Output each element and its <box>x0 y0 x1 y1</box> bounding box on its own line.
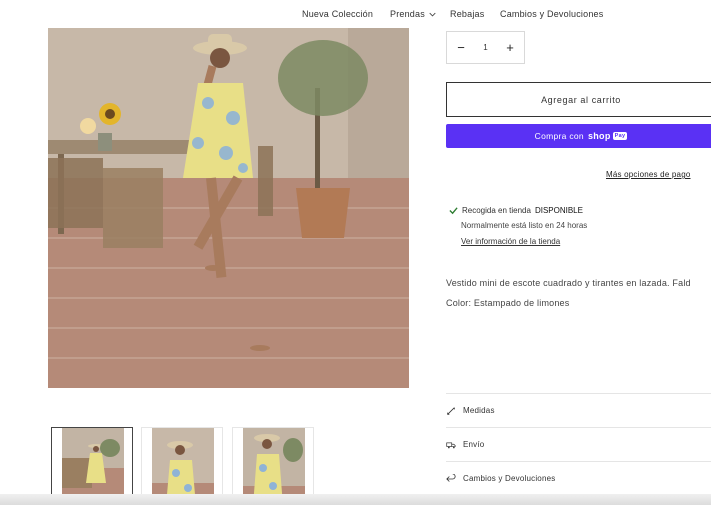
checkmark-icon <box>449 207 458 215</box>
nav-item-cambios-devoluciones[interactable]: Cambios y Devoluciones <box>500 9 603 19</box>
return-icon <box>446 473 456 482</box>
accordion-medidas[interactable]: Medidas <box>446 393 711 427</box>
nav-item-rebajas[interactable]: Rebajas <box>450 9 484 19</box>
nav-item-prendas[interactable]: Prendas <box>390 9 436 19</box>
accordion-cambios-devoluciones[interactable]: Cambios y Devoluciones <box>446 461 711 495</box>
pickup-ready-text: Normalmente está listo en 24 horas <box>461 221 588 230</box>
product-main-image[interactable] <box>48 28 409 388</box>
product-description: Vestido mini de escote cuadrado y tirant… <box>446 278 691 288</box>
top-navigation: Nueva Colección Prendas Rebajas Cambios … <box>0 0 711 28</box>
add-to-cart-button[interactable]: Agregar al carrito <box>446 82 711 117</box>
more-payment-options-link[interactable]: Más opciones de pago <box>606 170 691 179</box>
quantity-value[interactable]: 1 <box>483 43 487 52</box>
pickup-status: DISPONIBLE <box>534 206 583 215</box>
truck-icon <box>446 442 456 448</box>
accordion-envio[interactable]: Envío <box>446 427 711 461</box>
shop-pay-logo: shop Pay <box>587 131 628 141</box>
chevron-down-icon <box>429 12 436 17</box>
product-photo-illustration <box>48 28 409 388</box>
store-info-link[interactable]: Ver información de la tienda <box>461 237 560 246</box>
product-color: Color: Estampado de limones <box>446 298 570 308</box>
quantity-increase-button[interactable]: + <box>504 41 516 54</box>
bottom-edge <box>0 494 711 505</box>
shop-pay-button[interactable]: Compra con shop Pay <box>446 124 711 148</box>
quantity-stepper: − 1 + <box>446 31 525 64</box>
nav-item-nueva-coleccion[interactable]: Nueva Colección <box>302 9 373 19</box>
pickup-availability: Recogida en tienda DISPONIBLE <box>449 206 583 215</box>
quantity-decrease-button[interactable]: − <box>455 41 467 54</box>
ruler-icon <box>447 406 455 415</box>
